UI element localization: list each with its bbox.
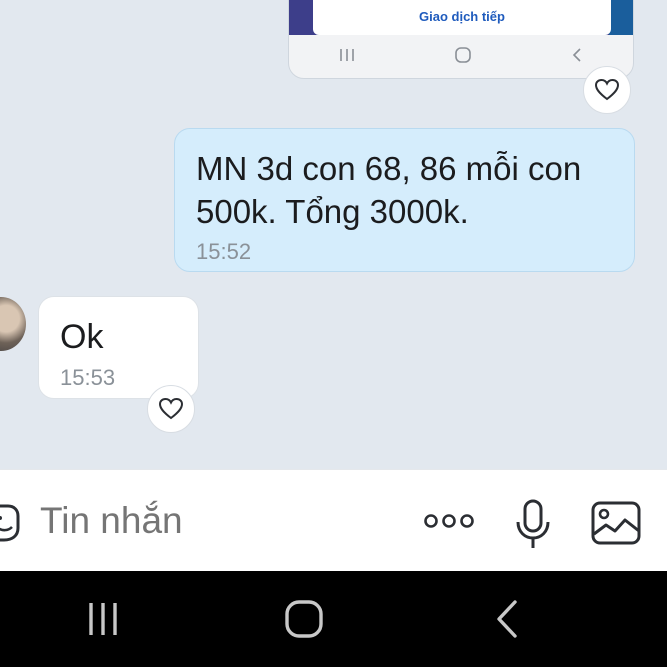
home-icon[interactable] xyxy=(282,598,326,640)
heart-icon xyxy=(594,78,620,101)
gallery-icon[interactable] xyxy=(590,500,642,546)
chat-area: Giao dịch tiếp MN 3d con 68, 86 mỗi con … xyxy=(0,0,667,469)
recent-apps-icon[interactable] xyxy=(80,599,126,639)
system-nav-bar xyxy=(0,571,667,667)
react-heart-button[interactable] xyxy=(147,385,195,433)
sticker-icon[interactable] xyxy=(0,500,22,544)
avatar[interactable] xyxy=(0,297,26,351)
message-text: MN 3d con 68, 86 mỗi con 500k. Tổng 3000… xyxy=(196,150,582,230)
message-time: 15:52 xyxy=(196,239,252,264)
back-icon xyxy=(570,47,584,68)
sent-message-bubble[interactable]: MN 3d con 68, 86 mỗi con 500k. Tổng 3000… xyxy=(174,128,635,272)
react-heart-button[interactable] xyxy=(583,66,631,114)
recent-apps-icon xyxy=(338,47,356,68)
message-text: Ok xyxy=(60,318,104,356)
received-message-bubble[interactable]: Ok 15:53 xyxy=(38,296,199,399)
image-nav-bar xyxy=(289,35,633,78)
image-button-text: Giao dịch tiếp xyxy=(419,9,505,24)
message-time: 15:53 xyxy=(60,365,116,390)
message-composer xyxy=(0,469,667,571)
image-card: Giao dịch tiếp xyxy=(313,0,611,35)
message-input[interactable] xyxy=(34,494,416,548)
heart-icon xyxy=(158,397,184,420)
image-message[interactable]: Giao dịch tiếp xyxy=(288,0,634,79)
more-options-icon[interactable] xyxy=(420,505,478,537)
microphone-icon[interactable] xyxy=(512,498,554,550)
home-icon xyxy=(454,46,472,69)
image-edge xyxy=(609,0,633,35)
back-icon[interactable] xyxy=(490,597,524,641)
